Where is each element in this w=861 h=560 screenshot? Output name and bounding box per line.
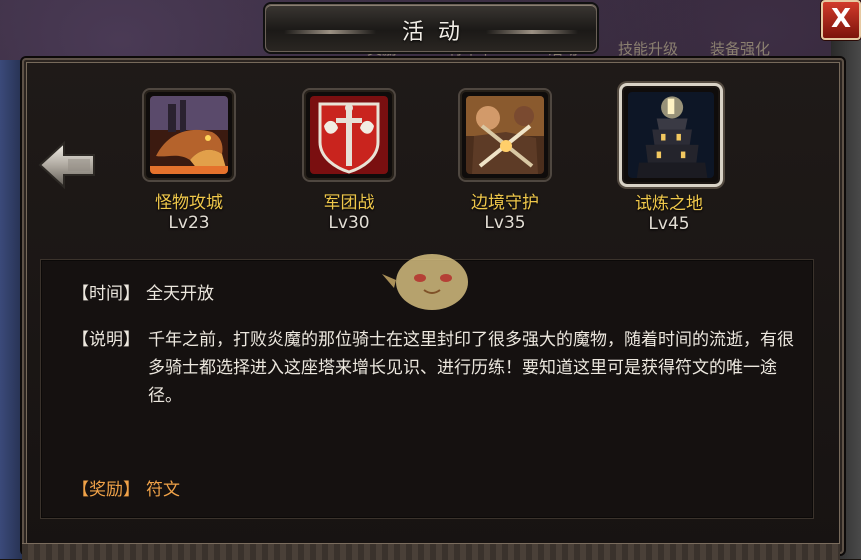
- activity-name: 怪物攻城: [155, 193, 223, 213]
- activity-icon-frame: [302, 88, 396, 182]
- time-label: 【时间】: [72, 284, 140, 304]
- reward-value: 符文: [146, 480, 180, 500]
- activity-name: 试炼之地: [635, 194, 703, 214]
- activity-level: Lv30: [328, 213, 370, 233]
- dialog-title: 活动: [401, 20, 474, 45]
- detail-time-row: 【时间】 全天开放: [72, 279, 214, 304]
- activity-legion-war[interactable]: 军团战 Lv30: [299, 88, 399, 233]
- activity-level: Lv35: [484, 213, 526, 233]
- activity-monster-siege[interactable]: 怪物攻城 Lv23: [139, 88, 239, 233]
- background-tab: 装备强化: [710, 40, 771, 58]
- watermark-mascot-icon: [382, 254, 468, 310]
- activity-icon-frame-selected: [619, 83, 723, 187]
- reward-label: 【奖励】: [72, 480, 140, 500]
- tower-icon: [628, 92, 714, 178]
- dialog-bottom-border: [22, 543, 840, 560]
- activity-name: 边境守护: [471, 193, 539, 213]
- dragon-icon: [150, 96, 228, 174]
- activity-level: Lv45: [648, 214, 690, 234]
- crossed-swords-icon: [466, 96, 544, 174]
- back-arrow-icon[interactable]: [38, 140, 98, 190]
- close-button[interactable]: X: [821, 0, 861, 40]
- activity-trial-ground[interactable]: 试炼之地 Lv45: [619, 83, 723, 234]
- activity-icon-frame: [142, 88, 236, 182]
- activity-name: 军团战: [323, 193, 375, 213]
- activity-icon-frame: [458, 88, 552, 182]
- activity-level: Lv23: [168, 213, 210, 233]
- time-value: 全天开放: [146, 284, 214, 304]
- detail-reward-row: 【奖励】 符文: [72, 475, 180, 500]
- title-bar: 活动: [265, 4, 597, 52]
- description-value: 千年之前，打败炎魔的那位骑士在这里封印了很多强大的魔物，随着时间的流逝，有很多骑…: [148, 330, 794, 406]
- description-label: 【说明】: [72, 330, 140, 350]
- background-tab: 技能升级: [618, 40, 679, 58]
- sword-crest-icon: [310, 96, 388, 174]
- background-side-panel-left: [0, 60, 24, 559]
- activity-border-guard[interactable]: 边境守护 Lv35: [455, 88, 555, 233]
